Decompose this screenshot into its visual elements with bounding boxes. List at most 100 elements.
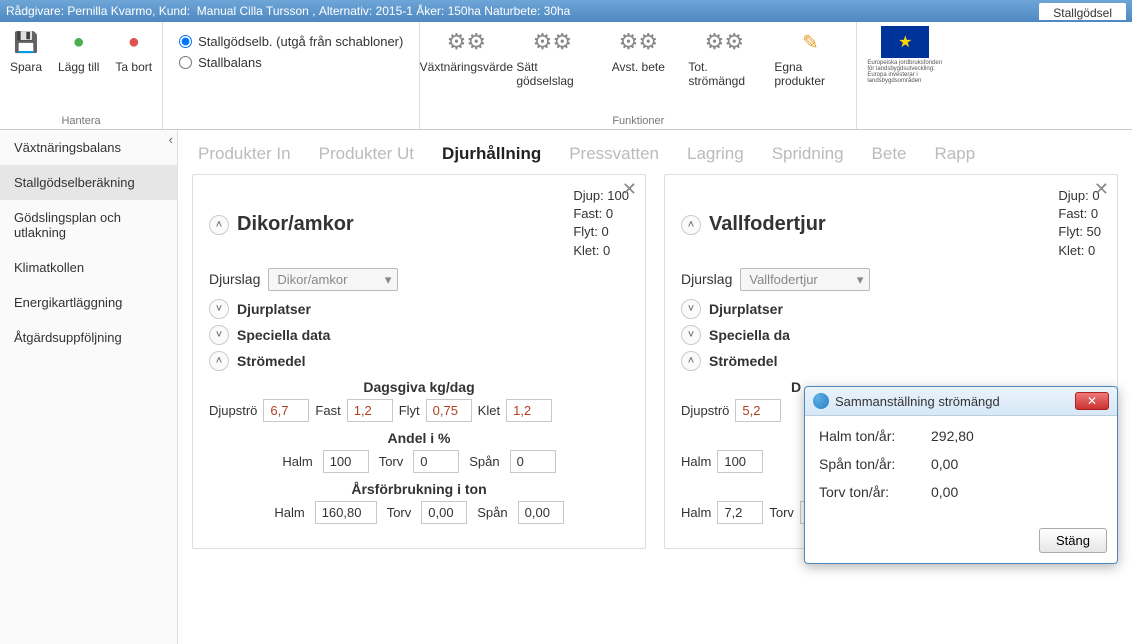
label-klet: Klet xyxy=(478,403,500,418)
popup-close-stang-button[interactable]: Stäng xyxy=(1039,528,1107,553)
panel-stats: Djup: 100 Fast: 0 Flyt: 0 Klet: 0 xyxy=(573,187,629,260)
sidebar-item-energikartlaggning[interactable]: Energikartläggning xyxy=(0,285,177,320)
content-tabs: Produkter In Produkter Ut Djurhållning P… xyxy=(178,130,1132,174)
popup-titlebar: Sammanställning strömängd ✕ xyxy=(805,387,1117,416)
input-fast[interactable] xyxy=(347,399,393,422)
fn-avst-bete-button[interactable]: ⚙⚙Avst. bete xyxy=(602,26,674,88)
fn-vaxtnaring-button[interactable]: ⚙⚙Växtnäringsvärde xyxy=(430,26,502,88)
label-halm-year: Halm xyxy=(274,505,304,520)
panel-collapse-button[interactable]: ˄ xyxy=(681,215,701,235)
label-halm-year: Halm xyxy=(681,505,711,520)
alt-label: Alternativ: xyxy=(319,4,372,18)
sidebar: ‹ Växtnäringsbalans Stallgödselberäkning… xyxy=(0,130,178,644)
stat-klet: Klet: 0 xyxy=(1058,242,1101,260)
popup-row-val: 292,80 xyxy=(931,428,974,444)
remove-label: Ta bort xyxy=(115,60,152,74)
djurslag-label: Djurslag xyxy=(681,271,732,287)
input-torv[interactable] xyxy=(413,450,459,473)
section-toggle[interactable]: ˅ xyxy=(681,299,701,319)
popup-row-key: Torv ton/år: xyxy=(819,484,919,500)
radio-stallbalans[interactable]: Stallbalans xyxy=(179,55,403,70)
section-toggle[interactable]: ˅ xyxy=(681,325,701,345)
ribbon-group-fn-label: Funktioner xyxy=(612,115,664,127)
subhead-andel: Andel i % xyxy=(209,430,629,446)
stat-fast: Fast: 0 xyxy=(1058,205,1101,223)
section-djurplatser: Djurplatser xyxy=(709,301,783,317)
popup-row-key: Halm ton/år: xyxy=(819,428,919,444)
customer-label: Kund: xyxy=(159,4,190,18)
title-bar: Rådgivare: Pernilla Kvarmo, Kund: Manual… xyxy=(0,0,1132,22)
djurslag-label: Djurslag xyxy=(209,271,260,287)
djurslag-select[interactable]: Dikor/amkor xyxy=(268,268,398,291)
minus-icon: ● xyxy=(118,26,150,58)
djurslag-select[interactable]: Vallfodertjur xyxy=(740,268,870,291)
input-djupstro[interactable] xyxy=(735,399,781,422)
input-halm-year[interactable] xyxy=(315,501,377,524)
label-halm: Halm xyxy=(681,454,711,469)
tab-djurhallning[interactable]: Djurhållning xyxy=(442,144,541,164)
label-fast: Fast xyxy=(315,403,340,418)
popup-sammanstallning: Sammanställning strömängd ✕ Halm ton/år:… xyxy=(804,386,1118,564)
eu-fund-text: Europeiska jordbruksfonden för landsbygd… xyxy=(867,60,943,84)
panel-collapse-button[interactable]: ˄ xyxy=(209,215,229,235)
tab-lagring[interactable]: Lagring xyxy=(687,144,744,164)
add-button[interactable]: ● Lägg till xyxy=(58,26,99,74)
tab-bete[interactable]: Bete xyxy=(872,144,907,164)
radio-stallgodselb-input[interactable] xyxy=(179,35,192,48)
remove-button[interactable]: ● Ta bort xyxy=(115,26,152,74)
section-speciella: Speciella da xyxy=(709,327,790,343)
panel-close-icon[interactable]: ✕ xyxy=(622,179,637,200)
input-span-year[interactable] xyxy=(518,501,564,524)
popup-close-button[interactable]: ✕ xyxy=(1075,392,1109,410)
input-halm[interactable] xyxy=(323,450,369,473)
tab-pressvatten[interactable]: Pressvatten xyxy=(569,144,659,164)
input-span[interactable] xyxy=(510,450,556,473)
subhead-arsforbrukning: Årsförbrukning i ton xyxy=(209,481,629,497)
sidebar-item-klimatkollen[interactable]: Klimatkollen xyxy=(0,250,177,285)
input-flyt[interactable] xyxy=(426,399,472,422)
tab-spridning[interactable]: Spridning xyxy=(772,144,844,164)
sidebar-collapse-icon[interactable]: ‹ xyxy=(169,132,173,147)
label-djupstro: Djupströ xyxy=(681,403,729,418)
sidebar-item-stallgodselberakning[interactable]: Stallgödselberäkning xyxy=(0,165,177,200)
radio-stallgodselb[interactable]: Stallgödselb. (utgå från schabloner) xyxy=(179,34,403,49)
tab-rapp[interactable]: Rapp xyxy=(935,144,976,164)
label-djupstro: Djupströ xyxy=(209,403,257,418)
save-icon: 💾 xyxy=(10,26,42,58)
panel-title: Vallfodertjur xyxy=(709,213,826,236)
panel-close-icon[interactable]: ✕ xyxy=(1094,179,1109,200)
gear-icon: ⚙⚙ xyxy=(536,26,568,58)
popup-row-val: 0,00 xyxy=(931,456,958,472)
input-halm-year[interactable] xyxy=(717,501,763,524)
popup-title-text: Sammanställning strömängd xyxy=(835,394,1000,409)
fn-egna-produkter-button[interactable]: ✎Egna produkter xyxy=(774,26,846,88)
tab-produkter-in[interactable]: Produkter In xyxy=(198,144,291,164)
radio-stallbalans-input[interactable] xyxy=(179,56,192,69)
label-halm: Halm xyxy=(282,454,312,469)
section-toggle[interactable]: ˅ xyxy=(209,325,229,345)
save-button[interactable]: 💾 Spara xyxy=(10,26,42,74)
label-span: Spån xyxy=(469,454,499,469)
tab-produkter-ut[interactable]: Produkter Ut xyxy=(319,144,414,164)
stat-fast: Fast: 0 xyxy=(573,205,629,223)
ribbon-group-manage-label: Hantera xyxy=(61,115,100,127)
fn-tot-stromangd-button[interactable]: ⚙⚙Tot. strömängd xyxy=(688,26,760,88)
input-klet[interactable] xyxy=(506,399,552,422)
section-toggle[interactable]: ˅ xyxy=(209,299,229,319)
fn-satt-godsel-button[interactable]: ⚙⚙Sätt gödselslag xyxy=(516,26,588,88)
section-stromedel: Strömedel xyxy=(709,353,777,369)
section-toggle[interactable]: ˄ xyxy=(681,351,701,371)
input-djupstro[interactable] xyxy=(263,399,309,422)
input-halm[interactable] xyxy=(717,450,763,473)
stat-flyt: Flyt: 50 xyxy=(1058,223,1101,241)
sidebar-item-vaxtnaringsbalans[interactable]: Växtnäringsbalans xyxy=(0,130,177,165)
ribbon-tab-stallgodsel[interactable]: Stallgödsel xyxy=(1039,3,1126,20)
popup-row-key: Spån ton/år: xyxy=(819,456,919,472)
alt-value: 2015-1 Åker: 150ha Naturbete: 30ha xyxy=(376,4,571,18)
input-torv-year[interactable] xyxy=(421,501,467,524)
section-toggle[interactable]: ˄ xyxy=(209,351,229,371)
section-djurplatser: Djurplatser xyxy=(237,301,311,317)
sidebar-item-atgardsuppfoljning[interactable]: Åtgärdsuppföljning xyxy=(0,320,177,355)
eu-flag-icon: ★ xyxy=(881,26,929,58)
sidebar-item-godslingsplan[interactable]: Gödslingsplan och utlakning xyxy=(0,200,177,250)
